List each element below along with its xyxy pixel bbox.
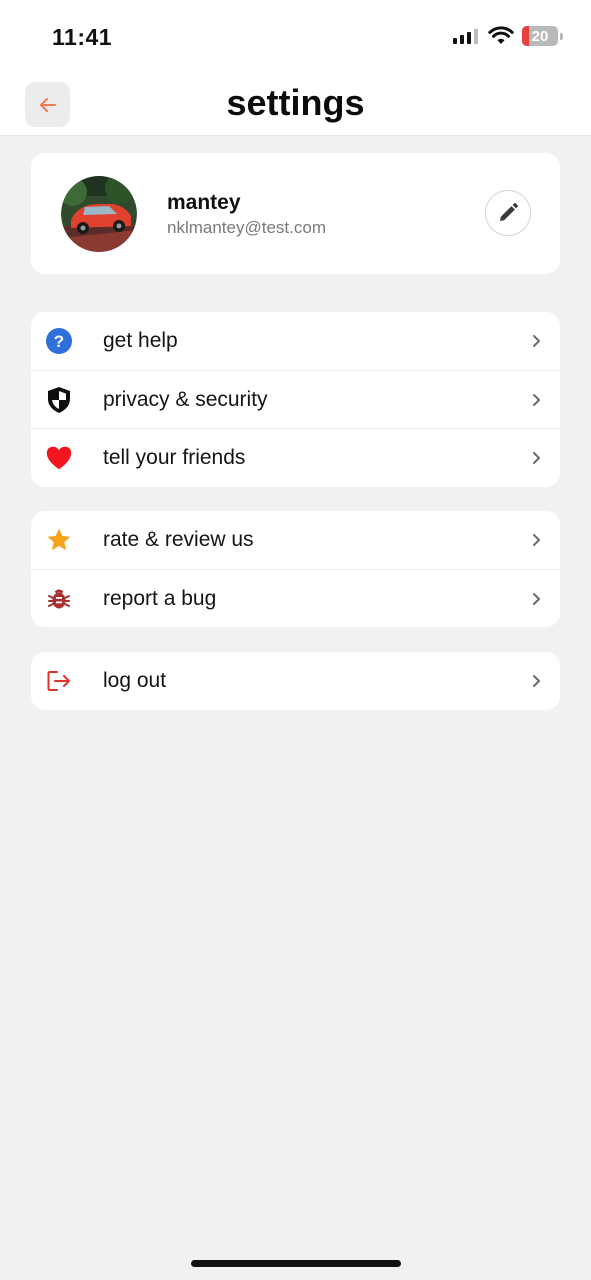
menu-item-label: get help — [103, 329, 178, 352]
status-time: 11:41 — [52, 24, 113, 50]
chevron-right-icon — [530, 591, 542, 607]
battery-fill — [522, 26, 530, 46]
menu-item-rate-review[interactable]: rate & review us — [31, 511, 560, 569]
menu-item-get-help[interactable]: ? get help — [31, 312, 560, 370]
question-circle-icon: ? — [45, 327, 73, 355]
heart-icon — [45, 444, 73, 472]
profile-card: mantey nklmantey@test.com — [31, 153, 560, 274]
pencil-icon — [500, 203, 518, 221]
menu-item-label: log out — [103, 669, 167, 692]
battery-icon: 20 — [522, 26, 558, 46]
profile-name: mantey — [167, 191, 241, 214]
star-icon — [45, 526, 73, 554]
battery-level: 20 — [531, 27, 549, 45]
menu-item-label: report a bug — [103, 586, 217, 610]
menu-item-tell-friends[interactable]: tell your friends — [31, 428, 560, 486]
chevron-right-icon — [530, 392, 542, 408]
menu-item-log-out[interactable]: log out — [31, 652, 560, 710]
bug-icon — [45, 585, 73, 613]
wifi-icon — [488, 26, 514, 44]
menu-group-account: log out — [31, 652, 560, 710]
menu-item-label: privacy & security — [103, 387, 268, 411]
menu-item-label: tell your friends — [103, 445, 246, 469]
menu-group-support: ? get help privacy & security tell your … — [31, 312, 560, 487]
home-indicator[interactable] — [191, 1260, 401, 1267]
shield-icon — [45, 386, 73, 414]
header: settings — [0, 72, 591, 136]
chevron-right-icon — [530, 532, 542, 548]
chevron-right-icon — [530, 673, 542, 689]
profile-email: nklmantey@test.com — [167, 218, 326, 237]
menu-item-label: rate & review us — [103, 528, 254, 551]
avatar-image — [61, 176, 137, 252]
menu-item-report-bug[interactable]: report a bug — [31, 569, 560, 627]
status-bar: 11:41 20 — [0, 0, 591, 72]
logout-icon — [45, 667, 73, 695]
menu-group-feedback: rate & review us report a bug — [31, 511, 560, 627]
chevron-right-icon — [530, 450, 542, 466]
edit-profile-button[interactable] — [485, 190, 531, 236]
menu-item-privacy-security[interactable]: privacy & security — [31, 370, 560, 428]
svg-text:?: ? — [54, 332, 64, 351]
cellular-signal-icon — [453, 29, 478, 44]
chevron-right-icon — [530, 333, 542, 349]
battery-cap — [560, 32, 563, 40]
avatar[interactable] — [61, 176, 137, 252]
page-title: settings — [226, 82, 365, 123]
status-icons: 20 — [452, 26, 563, 46]
